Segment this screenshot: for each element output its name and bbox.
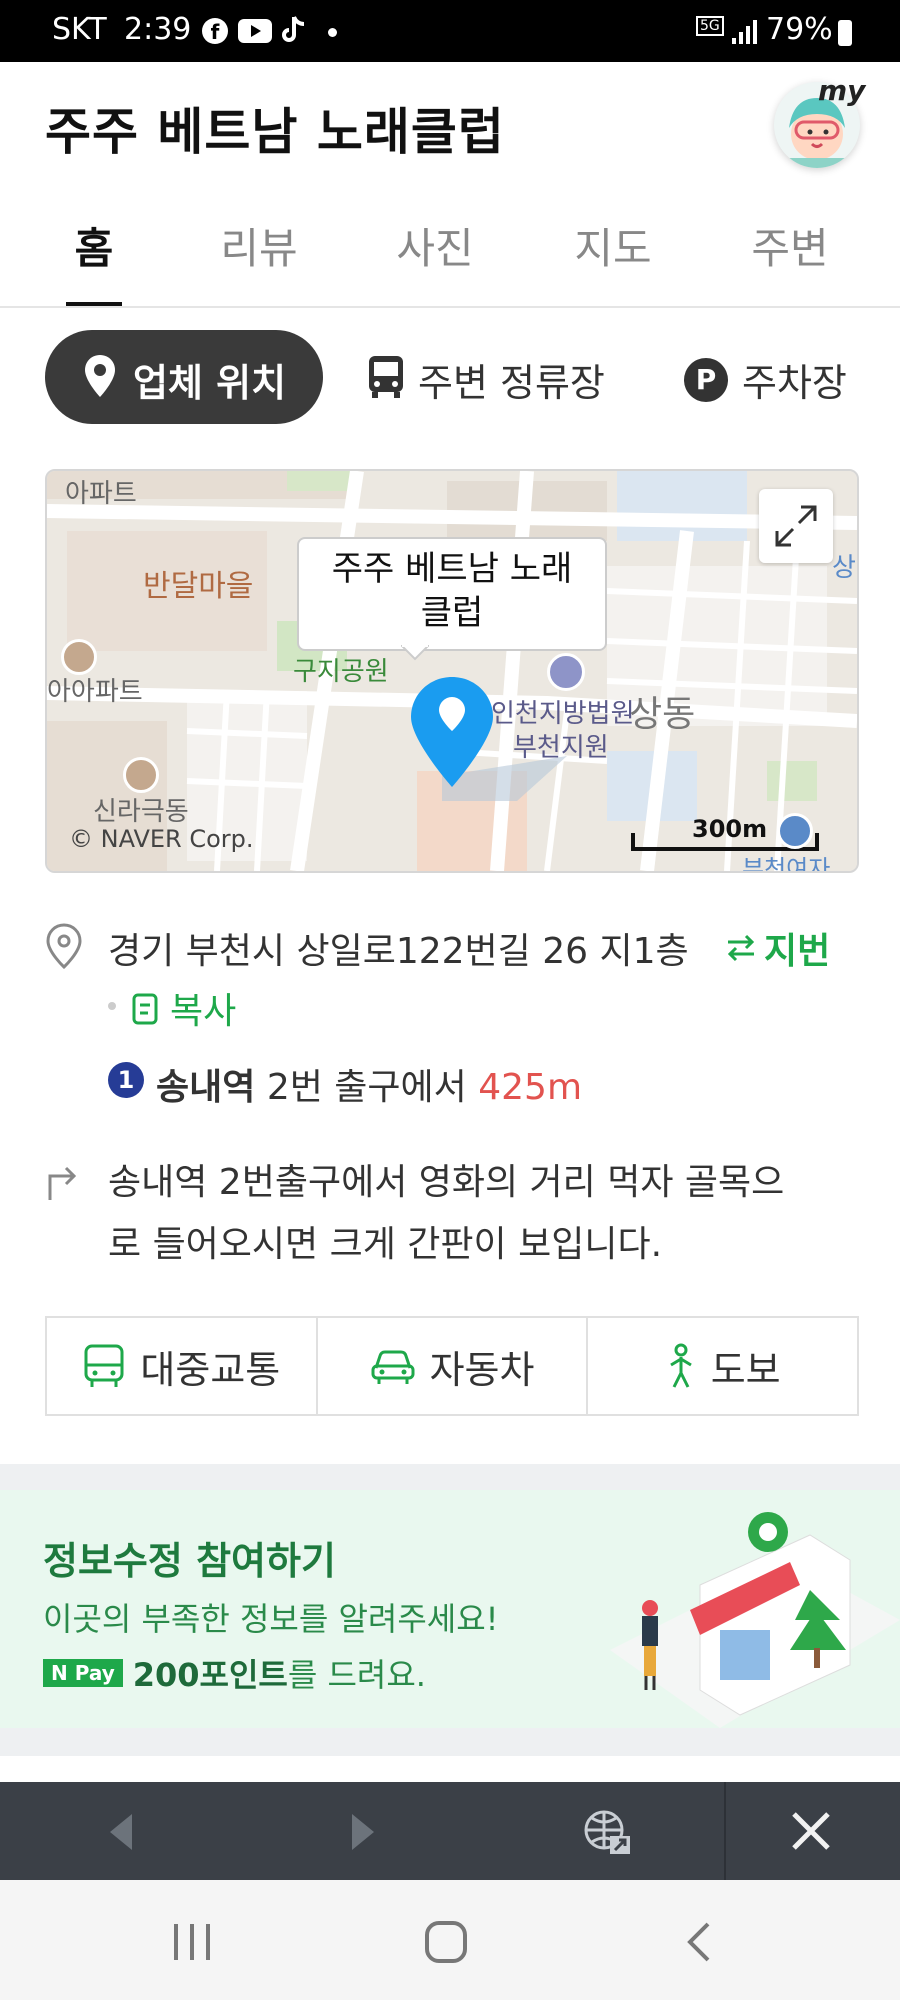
banner-points: 200포인트 [132,1656,288,1694]
map-label-guji-park: 구지공원 [293,657,389,687]
tab-photo[interactable]: 사진 [375,215,495,276]
map-label-bottom: 부천여자 [742,855,831,873]
walk-icon [669,1343,692,1388]
directions-line2: 로 들어오시면 크게 간판이 보입니다. [108,1224,663,1265]
network-5g-icon: 5G [696,16,724,36]
address-pin-icon [46,923,82,970]
banner-points-suffix: 를 드려요. [287,1656,426,1694]
page-title: 주주 베트남 노래클럽 [45,103,505,161]
subway-exit: 2번 출구에서 [266,1067,467,1108]
carrier: SKT [52,12,107,47]
tab-review[interactable]: 리뷰 [199,215,319,276]
subway-info: 송내역 2번 출구에서 425m [156,1058,582,1110]
banner-title: 정보수정 참여하기 [43,1539,336,1583]
chip-parking[interactable]: P 주차장 [684,330,864,424]
recent-apps-icon[interactable] [172,1922,214,1962]
copy-label: 복사 [170,991,237,1032]
callout-pointer [401,645,429,661]
walk-label: 도보 [710,1347,781,1392]
address-text: 경기 부천시 상일로122번길 26 지1층 [108,931,689,972]
system-back-icon[interactable] [684,1920,712,1964]
walk-button[interactable]: 도보 [588,1318,857,1414]
chip-location-label: 업체 위치 [133,361,287,405]
map-label-sangdong: 상동 [629,694,696,735]
battery-percent: 79% [766,12,833,47]
bus-outline-icon [84,1344,124,1387]
marker-callout[interactable]: 주주 베트남 노래 클럽 [297,537,607,651]
subway-line-badge: 1 [108,1062,144,1098]
apartment-icon [61,639,97,675]
section-divider [0,1464,900,1490]
map-label-apartment: 아파트 [65,479,137,509]
map-label-court: 인천지방법원 [491,699,635,729]
banner-subtitle: 이곳의 부족한 정보를 알려주세요! [43,1600,499,1638]
map-scale-label: 300m [692,815,768,843]
signal-icon [730,16,760,50]
my-label: my [818,74,866,107]
parking-icon: P [684,358,728,402]
theater-icon [123,757,159,793]
youtube-icon [238,19,272,43]
car-label: 자동차 [429,1347,535,1392]
notification-dot-icon [328,28,337,37]
globe-link-icon[interactable] [582,1808,634,1858]
tab-map[interactable]: 지도 [553,215,673,276]
separator-dot [108,1002,116,1010]
chip-bus-stop[interactable]: 주변 정류장 [366,330,626,424]
directions-line1: 송내역 2번출구에서 영화의 거리 먹자 골목으 [108,1162,785,1203]
chip-business-location[interactable]: 업체 위치 [45,330,323,424]
section-divider-bottom [0,1728,900,1756]
location-pin-icon [85,355,115,397]
copy-icon [132,993,158,1025]
directions-text: 송내역 2번출구에서 영화의 거리 먹자 골목으 로 들어오시면 크게 간판이 … [108,1152,784,1276]
tab-divider [0,306,900,308]
chip-parking-label: 주차장 [742,361,847,405]
copy-address-button[interactable]: 복사 [130,982,236,1034]
court-icon [547,653,585,691]
store-illustration [610,1512,900,1728]
tiktok-icon [282,14,308,50]
clock: 2:39 [124,12,192,47]
transport-options: 대중교통 자동차 도보 [45,1316,859,1416]
tab-home[interactable]: 홈 [34,215,154,276]
back-arrow-icon[interactable] [106,1812,136,1852]
swap-icon [727,934,755,962]
system-nav-bar [0,1880,900,2000]
location-marker-icon[interactable] [409,675,495,789]
jibun-label: 지번 [764,931,831,972]
toolbar-divider [724,1782,726,1880]
car-icon [371,1350,415,1384]
bus-icon [369,356,403,398]
close-icon[interactable] [790,1810,832,1852]
public-transit-label: 대중교통 [140,1347,281,1392]
npay-badge: N Pay [43,1659,123,1687]
subway-distance: 425m [478,1067,583,1108]
school-icon [777,813,813,849]
directions-arrow-icon [48,1166,77,1200]
map-expand-button[interactable] [759,489,833,563]
map-label-apartment-left: 아아파트 [47,677,143,707]
map-label-bandal: 반달마을 [143,569,254,604]
jibun-toggle[interactable]: 지번 [724,922,830,974]
forward-arrow-icon[interactable] [348,1812,378,1852]
expand-icon [775,505,817,547]
map-label-silla: 신라극동 [93,797,189,827]
banner-points-line: N Pay 200포인트 를 드려요. [43,1650,426,1696]
map-label-edge: 상 [832,553,856,583]
battery-icon [838,20,852,46]
car-button[interactable]: 자동차 [318,1318,589,1414]
home-icon[interactable] [424,1920,468,1964]
chip-bus-stop-label: 주변 정류장 [418,361,605,405]
public-transit-button[interactable]: 대중교통 [47,1318,318,1414]
map-copyright: © NAVER Corp. [69,825,254,853]
marker-title: 주주 베트남 노래 클럽 [331,549,573,633]
tab-nearby[interactable]: 주변 [730,215,850,276]
info-edit-banner[interactable]: 정보수정 참여하기 이곳의 부족한 정보를 알려주세요! N Pay 200포인… [0,1490,900,1728]
map-label-court-branch: 부천지원 [513,733,609,763]
map-view[interactable]: 아파트 반달마을 아아파트 구지공원 인천지방법원 부천지원 상동 상 신라극동… [45,469,859,873]
status-bar: SKT 2:39 f 5G 79% [0,0,900,62]
facebook-icon: f [202,18,228,44]
browser-toolbar [0,1782,900,1880]
subway-station: 송내역 [156,1067,256,1108]
